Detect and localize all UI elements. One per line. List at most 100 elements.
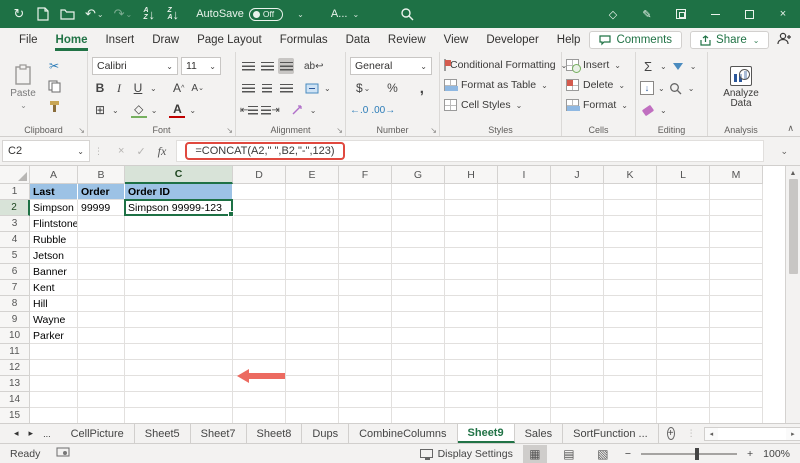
horizontal-scrollbar[interactable]: ◂ ▸ bbox=[704, 427, 800, 441]
collapse-ribbon-chevron[interactable]: ∧ bbox=[787, 123, 794, 134]
cell-c12[interactable] bbox=[125, 360, 233, 376]
cell-d1[interactable] bbox=[233, 184, 286, 200]
column-header-i[interactable]: I bbox=[498, 166, 551, 184]
cell-c5[interactable] bbox=[125, 248, 233, 264]
cell-k5[interactable] bbox=[604, 248, 657, 264]
qat-overflow-chevron[interactable]: ⌄ bbox=[293, 6, 307, 22]
cell-a7[interactable]: Kent bbox=[30, 280, 78, 296]
sync-icon[interactable]: ↻ bbox=[12, 6, 26, 22]
search-icon[interactable] bbox=[400, 6, 414, 22]
cell-l10[interactable] bbox=[657, 328, 710, 344]
cell-j13[interactable] bbox=[551, 376, 604, 392]
cell-j8[interactable] bbox=[551, 296, 604, 312]
column-header-j[interactable]: J bbox=[551, 166, 604, 184]
tab-developer[interactable]: Developer bbox=[477, 30, 547, 51]
row-header-1[interactable]: 1 bbox=[0, 184, 30, 200]
cell-f13[interactable] bbox=[339, 376, 392, 392]
cell-e1[interactable] bbox=[286, 184, 339, 200]
cell-k1[interactable] bbox=[604, 184, 657, 200]
cell-j2[interactable] bbox=[551, 200, 604, 216]
tab-page-layout[interactable]: Page Layout bbox=[188, 30, 271, 51]
tab-view[interactable]: View bbox=[435, 30, 478, 51]
cell-j5[interactable] bbox=[551, 248, 604, 264]
row-header-7[interactable]: 7 bbox=[0, 280, 30, 296]
fill-color-dropdown[interactable]: ⌄ bbox=[151, 106, 158, 115]
cell-h8[interactable] bbox=[445, 296, 498, 312]
autosave-toggle[interactable]: Off bbox=[249, 8, 283, 21]
cell-j15[interactable] bbox=[551, 408, 604, 423]
cell-a5[interactable]: Jetson bbox=[30, 248, 78, 264]
cell-g9[interactable] bbox=[392, 312, 445, 328]
center-button[interactable] bbox=[259, 80, 275, 96]
cell-a1[interactable]: Last bbox=[30, 184, 78, 200]
cell-f9[interactable] bbox=[339, 312, 392, 328]
cell-m8[interactable] bbox=[710, 296, 763, 312]
cell-b1[interactable]: Order bbox=[78, 184, 125, 200]
cell-f12[interactable] bbox=[339, 360, 392, 376]
document-title-dropdown[interactable]: A...⌄ bbox=[331, 8, 359, 20]
column-header-k[interactable]: K bbox=[604, 166, 657, 184]
sheet-overflow-indicator[interactable]: ... bbox=[43, 429, 51, 439]
row-header-2[interactable]: 2 bbox=[0, 200, 30, 216]
page-layout-view-button[interactable]: ▤ bbox=[557, 445, 581, 463]
cell-i3[interactable] bbox=[498, 216, 551, 232]
cell-i13[interactable] bbox=[498, 376, 551, 392]
cell-d4[interactable] bbox=[233, 232, 286, 248]
page-break-view-button[interactable]: ▧ bbox=[591, 445, 615, 463]
cell-d2[interactable] bbox=[233, 200, 286, 216]
cell-g10[interactable] bbox=[392, 328, 445, 344]
bottom-align-button[interactable] bbox=[278, 58, 294, 74]
new-file-icon[interactable] bbox=[36, 6, 50, 22]
cell-h9[interactable] bbox=[445, 312, 498, 328]
cell-a13[interactable] bbox=[30, 376, 78, 392]
clear-button[interactable] bbox=[640, 102, 656, 118]
autosave-control[interactable]: AutoSave Off bbox=[196, 8, 283, 21]
sheet-tab-sheet8[interactable]: Sheet8 bbox=[247, 424, 303, 443]
cell-i15[interactable] bbox=[498, 408, 551, 423]
underline-button[interactable]: U bbox=[130, 80, 146, 96]
column-header-e[interactable]: E bbox=[286, 166, 339, 184]
cell-h12[interactable] bbox=[445, 360, 498, 376]
cell-g2[interactable] bbox=[392, 200, 445, 216]
number-dialog-launcher[interactable]: ↘ bbox=[430, 126, 437, 135]
row-header-9[interactable]: 9 bbox=[0, 312, 30, 328]
display-settings-button[interactable]: Display Settings bbox=[420, 448, 513, 460]
column-header-d[interactable]: D bbox=[233, 166, 286, 184]
maximize-button[interactable] bbox=[732, 0, 766, 28]
sheet-tab-sales[interactable]: Sales bbox=[515, 424, 564, 443]
cell-i1[interactable] bbox=[498, 184, 551, 200]
cell-k10[interactable] bbox=[604, 328, 657, 344]
orientation-dropdown[interactable]: ⌄ bbox=[310, 106, 317, 115]
zoom-out-button[interactable]: − bbox=[625, 448, 631, 460]
orientation-button[interactable] bbox=[290, 102, 306, 118]
cell-k11[interactable] bbox=[604, 344, 657, 360]
cell-k7[interactable] bbox=[604, 280, 657, 296]
clipboard-dialog-launcher[interactable]: ↘ bbox=[78, 126, 85, 135]
align-right-button[interactable] bbox=[278, 80, 294, 96]
cell-b9[interactable] bbox=[78, 312, 125, 328]
cell-e11[interactable] bbox=[286, 344, 339, 360]
cell-l9[interactable] bbox=[657, 312, 710, 328]
middle-align-button[interactable] bbox=[259, 58, 275, 74]
cell-b11[interactable] bbox=[78, 344, 125, 360]
share-button[interactable]: Share⌄ bbox=[690, 31, 769, 49]
column-header-l[interactable]: L bbox=[657, 166, 710, 184]
cell-h5[interactable] bbox=[445, 248, 498, 264]
cell-m6[interactable] bbox=[710, 264, 763, 280]
cell-i12[interactable] bbox=[498, 360, 551, 376]
cell-d8[interactable] bbox=[233, 296, 286, 312]
column-header-a[interactable]: A bbox=[30, 166, 78, 184]
cell-j7[interactable] bbox=[551, 280, 604, 296]
cell-f1[interactable] bbox=[339, 184, 392, 200]
font-size-combobox[interactable]: 11⌄ bbox=[181, 57, 221, 75]
cell-e12[interactable] bbox=[286, 360, 339, 376]
cell-l5[interactable] bbox=[657, 248, 710, 264]
column-header-h[interactable]: H bbox=[445, 166, 498, 184]
cell-b14[interactable] bbox=[78, 392, 125, 408]
cell-k13[interactable] bbox=[604, 376, 657, 392]
cell-d9[interactable] bbox=[233, 312, 286, 328]
cut-icon[interactable]: ✂ bbox=[46, 58, 62, 74]
cell-c4[interactable] bbox=[125, 232, 233, 248]
cell-g12[interactable] bbox=[392, 360, 445, 376]
shrink-font-button[interactable]: A⌄ bbox=[190, 80, 206, 96]
